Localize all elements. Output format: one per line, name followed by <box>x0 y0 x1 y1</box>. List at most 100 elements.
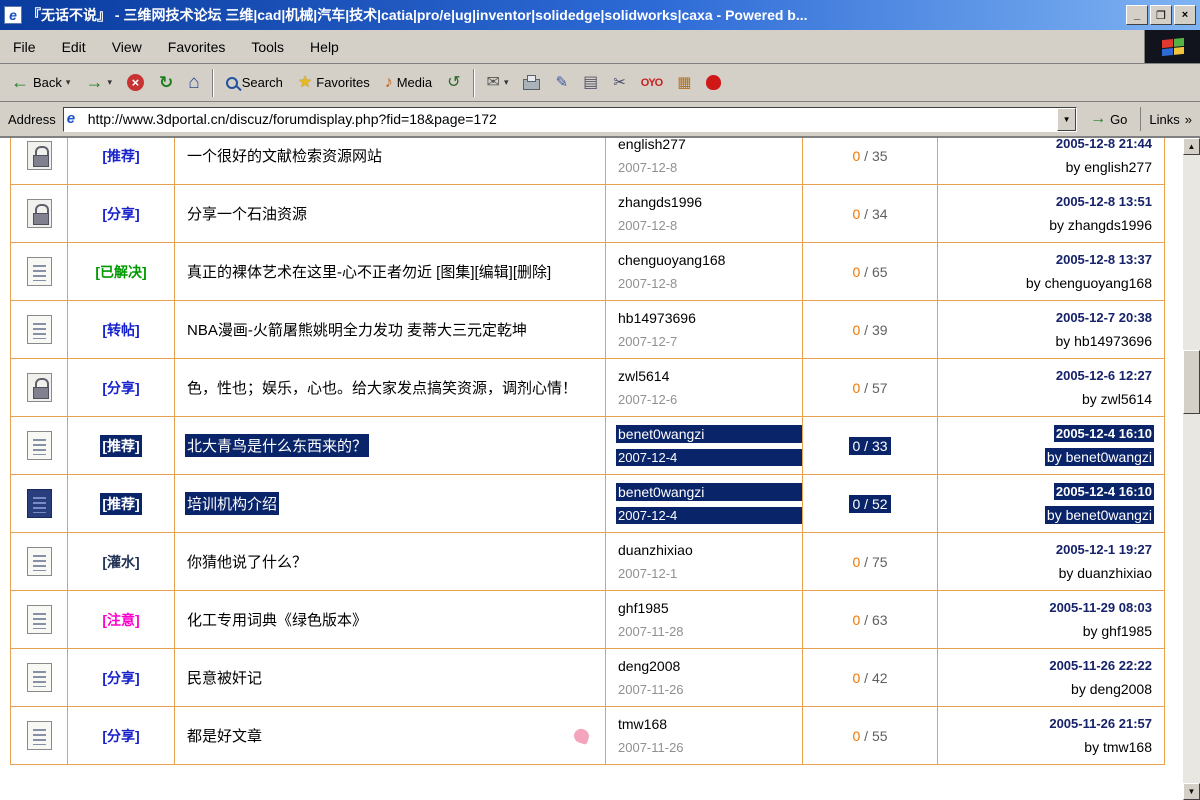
scroll-up-button[interactable]: ▲ <box>1183 138 1200 155</box>
last-poster-link[interactable]: by deng2008 <box>1069 680 1154 698</box>
author-link[interactable]: chenguoyang168 <box>616 251 802 269</box>
views-count: 57 <box>871 379 888 396</box>
last-poster-link[interactable]: by benet0wangzi <box>1044 506 1154 524</box>
edit-button[interactable]: ✎ <box>548 70 575 95</box>
thread-row[interactable]: [分享] 分享一个石油资源 zhangds1996 2007-12-8 0 / … <box>11 185 1164 243</box>
mail-icon: ✉ <box>486 74 500 91</box>
author-link[interactable]: zhangds1996 <box>616 193 802 211</box>
last-poster-link[interactable]: by zhangds1996 <box>1047 216 1154 234</box>
links-bar[interactable]: Links » <box>1140 107 1192 131</box>
last-post-date: 2005-12-1 19:27 <box>1055 542 1152 557</box>
thread-title-link[interactable]: 培训机构介绍 <box>185 492 280 515</box>
search-button[interactable]: Search <box>219 71 290 94</box>
apps-button[interactable]: ▦ <box>670 70 698 95</box>
author-link[interactable]: tmw168 <box>616 715 802 733</box>
url-text[interactable]: http://www.3dportal.cn/discuz/forumdispl… <box>88 111 1052 127</box>
author-link[interactable]: ghf1985 <box>616 599 802 617</box>
favorites-button[interactable]: ★ Favorites <box>291 70 377 95</box>
author-link[interactable]: hb14973696 <box>616 309 802 327</box>
back-dropdown-icon[interactable]: ▾ <box>66 77 71 88</box>
thread-title-cell: NBA漫画-火箭屠熊姚明全力发功 麦蒂大三元定乾坤 <box>175 301 606 358</box>
author-link[interactable]: benet0wangzi <box>616 425 802 443</box>
thread-title-link[interactable]: 你猜他说了什么？ <box>185 550 309 573</box>
stop-button[interactable]: × <box>120 70 151 95</box>
thread-author-cell: tmw168 2007-11-26 <box>606 707 803 764</box>
menu-tools[interactable]: Tools <box>238 30 297 63</box>
address-field[interactable]: e http://www.3dportal.cn/discuz/forumdis… <box>62 106 1078 132</box>
vertical-scrollbar[interactable]: ▲ ▼ <box>1183 138 1200 800</box>
scrollbar-thumb[interactable] <box>1183 350 1200 414</box>
author-link[interactable]: deng2008 <box>616 657 802 675</box>
thread-start-date: 2007-12-4 <box>616 507 802 524</box>
last-poster-link[interactable]: by ghf1985 <box>1081 622 1154 640</box>
thread-title-link[interactable]: 民意被奸记 <box>185 666 264 689</box>
menu-help[interactable]: Help <box>297 30 352 63</box>
messenger-button[interactable]: OYO <box>634 73 669 93</box>
refresh-button[interactable]: ↻ <box>152 70 180 95</box>
home-button[interactable]: ⌂ <box>181 70 206 95</box>
thread-row[interactable]: [推荐] 北大青鸟是什么东西来的？ benet0wangzi 2007-12-4… <box>11 417 1164 475</box>
forward-button[interactable]: → ▾ <box>78 70 119 95</box>
thread-title-link[interactable]: NBA漫画-火箭屠熊姚明全力发功 麦蒂大三元定乾坤 <box>185 318 529 341</box>
menu-edit[interactable]: Edit <box>49 30 99 63</box>
thread-row[interactable]: [分享] 都是好文章 tmw168 2007-11-26 0 / 55 2005… <box>11 707 1164 765</box>
thread-title-link[interactable]: 北大青鸟是什么东西来的？ <box>185 434 370 457</box>
thread-row[interactable]: [推荐] 培训机构介绍 benet0wangzi 2007-12-4 0 / 5… <box>11 475 1164 533</box>
last-poster-link[interactable]: by hb14973696 <box>1053 332 1154 350</box>
thread-title-cell: 都是好文章 <box>175 707 606 764</box>
thread-replies-cell: 0 / 55 <box>803 707 938 764</box>
address-dropdown-button[interactable]: ▼ <box>1057 107 1077 131</box>
thread-row[interactable]: [灌水] 你猜他说了什么？ duanzhixiao 2007-12-1 0 / … <box>11 533 1164 591</box>
history-button[interactable]: ↺ <box>440 70 467 95</box>
media-button[interactable]: ♪ Media <box>378 70 439 95</box>
favorites-star-icon: ★ <box>297 74 313 91</box>
thread-icon-cell <box>11 359 68 416</box>
restore-button[interactable]: ❐ <box>1150 5 1172 25</box>
author-link[interactable]: duanzhixiao <box>616 541 802 559</box>
qq-button[interactable] <box>699 71 728 94</box>
thread-title-link[interactable]: 色，性也；娱乐，心也。给大家发点搞笑资源，调剂心情！ <box>185 376 579 399</box>
thread-row[interactable]: [转帖] NBA漫画-火箭屠熊姚明全力发功 麦蒂大三元定乾坤 hb1497369… <box>11 301 1164 359</box>
print-button[interactable] <box>516 71 547 94</box>
last-post-date: 2005-12-7 20:38 <box>1055 310 1152 325</box>
thread-title-link[interactable]: 化工专用词典《绿色版本》 <box>185 608 369 631</box>
forward-dropdown-icon[interactable]: ▾ <box>107 77 112 88</box>
links-chevron-icon[interactable]: » <box>1185 112 1192 127</box>
thread-row[interactable]: [分享] 色，性也；娱乐，心也。给大家发点搞笑资源，调剂心情！ zwl5614 … <box>11 359 1164 417</box>
thread-row[interactable]: [推荐] 一个很好的文献检索资源网站 english277 2007-12-8 … <box>11 138 1164 185</box>
author-link[interactable]: english277 <box>616 138 802 153</box>
go-button[interactable]: → Go <box>1084 108 1133 130</box>
back-button[interactable]: ← Back ▾ <box>4 70 77 95</box>
thread-row[interactable]: [已解决] 真正的裸体艺术在这里-心不正者勿近 [图集][编辑][删除] che… <box>11 243 1164 301</box>
scroll-down-button[interactable]: ▼ <box>1183 783 1200 800</box>
document-icon <box>26 315 52 344</box>
thread-title-link[interactable]: 都是好文章 <box>185 724 264 747</box>
mail-dropdown-icon[interactable]: ▾ <box>504 77 509 88</box>
author-link[interactable]: benet0wangzi <box>616 483 802 501</box>
last-poster-link[interactable]: by duanzhixiao <box>1057 564 1154 582</box>
thread-tag: [推荐] <box>100 492 142 515</box>
author-link[interactable]: zwl5614 <box>616 367 802 385</box>
lock-icon <box>26 373 52 402</box>
thread-title-link[interactable]: 真正的裸体艺术在这里-心不正者勿近 [图集][编辑][删除] <box>185 260 553 283</box>
last-poster-link[interactable]: by chenguoyang168 <box>1024 274 1154 292</box>
last-post-cell: 2005-12-4 16:10 by benet0wangzi <box>938 417 1164 474</box>
mail-button[interactable]: ✉ ▾ <box>480 70 516 95</box>
media-label: Media <box>396 75 433 90</box>
last-poster-link[interactable]: by benet0wangzi <box>1044 448 1154 466</box>
close-button[interactable]: × <box>1174 5 1196 25</box>
toolbar-separator <box>211 68 214 97</box>
last-poster-link[interactable]: by english277 <box>1064 158 1154 176</box>
menu-file[interactable]: File <box>0 30 49 63</box>
discuss-button[interactable]: ▤ <box>576 70 605 95</box>
menu-view[interactable]: View <box>99 30 155 63</box>
thread-row[interactable]: [分享] 民意被奸记 deng2008 2007-11-26 0 / 42 20… <box>11 649 1164 707</box>
thread-row[interactable]: [注意] 化工专用词典《绿色版本》 ghf1985 2007-11-28 0 /… <box>11 591 1164 649</box>
menu-favorites[interactable]: Favorites <box>155 30 239 63</box>
last-poster-link[interactable]: by zwl5614 <box>1080 390 1154 408</box>
thread-title-link[interactable]: 分享一个石油资源 <box>185 202 309 225</box>
cut-button[interactable]: ✂ <box>606 70 633 95</box>
last-poster-link[interactable]: by tmw168 <box>1082 738 1154 756</box>
minimize-button[interactable]: _ <box>1126 5 1148 25</box>
thread-title-link[interactable]: 一个很好的文献检索资源网站 <box>185 144 384 167</box>
